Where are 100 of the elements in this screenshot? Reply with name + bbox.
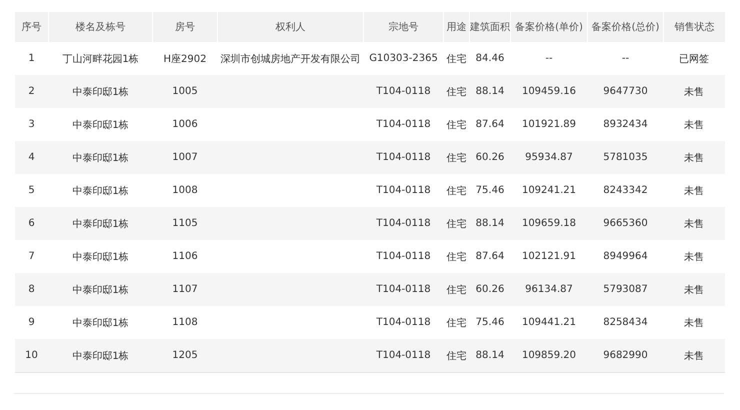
column-header: 楼名及栋号 bbox=[48, 12, 152, 42]
table-cell: 未售 bbox=[664, 75, 724, 108]
table-cell: 已网签 bbox=[664, 42, 724, 75]
table-cell: 中泰印邸1栋 bbox=[48, 240, 152, 273]
table-cell: 88.14 bbox=[470, 207, 510, 240]
table-cell: 109241.21 bbox=[510, 174, 588, 207]
table-cell: 10 bbox=[14, 339, 48, 372]
table-cell: 中泰印邸1栋 bbox=[48, 108, 152, 141]
table-cell: 未售 bbox=[664, 240, 724, 273]
column-header: 备案价格(单价) bbox=[510, 12, 588, 42]
table-cell: 1205 bbox=[152, 339, 218, 372]
table-cell: 9682990 bbox=[588, 339, 664, 372]
table-cell: T104-0118 bbox=[364, 174, 444, 207]
table-cell: 1108 bbox=[152, 306, 218, 339]
table-cell: 84.46 bbox=[470, 42, 510, 75]
table-cell: -- bbox=[510, 42, 588, 75]
table-cell: T104-0118 bbox=[364, 306, 444, 339]
table-cell: 住宅 bbox=[444, 240, 470, 273]
table-cell: 102121.91 bbox=[510, 240, 588, 273]
table-cell: 2 bbox=[14, 75, 48, 108]
table-cell: 5781035 bbox=[588, 141, 664, 174]
table-cell: 9665360 bbox=[588, 207, 664, 240]
table-cell: T104-0118 bbox=[364, 240, 444, 273]
table-cell: 住宅 bbox=[444, 339, 470, 372]
table-cell: G10303-2365 bbox=[364, 42, 444, 75]
column-header: 销售状态 bbox=[664, 12, 724, 42]
table-cell: T104-0118 bbox=[364, 75, 444, 108]
table-cell: 88.14 bbox=[470, 339, 510, 372]
table-cell: 6 bbox=[14, 207, 48, 240]
table-cell: T104-0118 bbox=[364, 207, 444, 240]
table-cell: 未售 bbox=[664, 339, 724, 372]
column-header: 序号 bbox=[14, 12, 48, 42]
table-cell: 深圳市创城房地产开发有限公司 bbox=[218, 42, 364, 75]
table-cell: 5 bbox=[14, 174, 48, 207]
table-cell: 8932434 bbox=[588, 108, 664, 141]
table-cell: T104-0118 bbox=[364, 339, 444, 372]
table-cell: 1 bbox=[14, 42, 48, 75]
table-cell: 87.64 bbox=[470, 108, 510, 141]
table-cell: T104-0118 bbox=[364, 273, 444, 306]
table-cell: 住宅 bbox=[444, 273, 470, 306]
table-cell: 住宅 bbox=[444, 75, 470, 108]
table-cell: 住宅 bbox=[444, 141, 470, 174]
table-cell: 9 bbox=[14, 306, 48, 339]
table-cell: 8258434 bbox=[588, 306, 664, 339]
table-cell: 中泰印邸1栋 bbox=[48, 141, 152, 174]
column-header: 房号 bbox=[152, 12, 218, 42]
table-cell: 1107 bbox=[152, 273, 218, 306]
table-cell: 1006 bbox=[152, 108, 218, 141]
table-cell: -- bbox=[588, 42, 664, 75]
table-cell: 1106 bbox=[152, 240, 218, 273]
table-cell: 未售 bbox=[664, 108, 724, 141]
table-cell: T104-0118 bbox=[364, 141, 444, 174]
table-cell: 住宅 bbox=[444, 108, 470, 141]
table-cell: 4 bbox=[14, 141, 48, 174]
table-cell: 住宅 bbox=[444, 42, 470, 75]
table-cell: 中泰印邸1栋 bbox=[48, 273, 152, 306]
column-header: 建筑面积 bbox=[470, 12, 510, 42]
table-cell: 中泰印邸1栋 bbox=[48, 75, 152, 108]
table-cell: 96134.87 bbox=[510, 273, 588, 306]
table-cell: 75.46 bbox=[470, 306, 510, 339]
table-cell: H座2902 bbox=[152, 42, 218, 75]
table-cell: 60.26 bbox=[470, 273, 510, 306]
table-cell: 中泰印邸1栋 bbox=[48, 339, 152, 372]
column-header: 备案价格(总价) bbox=[588, 12, 664, 42]
table-cell: 3 bbox=[14, 108, 48, 141]
table-cell: 8 bbox=[14, 273, 48, 306]
table-cell: 109441.21 bbox=[510, 306, 588, 339]
table-cell: 1007 bbox=[152, 141, 218, 174]
table-cell: 109659.18 bbox=[510, 207, 588, 240]
table-cell: 住宅 bbox=[444, 207, 470, 240]
table-cell: 5793087 bbox=[588, 273, 664, 306]
table-cell: 8243342 bbox=[588, 174, 664, 207]
table-cell: 7 bbox=[14, 240, 48, 273]
table-cell: 1008 bbox=[152, 174, 218, 207]
table-cell: 9647730 bbox=[588, 75, 664, 108]
table-cell: 未售 bbox=[664, 174, 724, 207]
table-cell: 中泰印邸1栋 bbox=[48, 207, 152, 240]
table-cell: 1105 bbox=[152, 207, 218, 240]
table-cell: 87.64 bbox=[470, 240, 510, 273]
column-header: 宗地号 bbox=[364, 12, 444, 42]
table-cell: 8949964 bbox=[588, 240, 664, 273]
table-cell: 60.26 bbox=[470, 141, 510, 174]
table-cell: 住宅 bbox=[444, 174, 470, 207]
table-cell: 中泰印邸1栋 bbox=[48, 174, 152, 207]
table-cell: 95934.87 bbox=[510, 141, 588, 174]
table-cell: 1005 bbox=[152, 75, 218, 108]
column-header: 权利人 bbox=[218, 12, 364, 42]
table-cell: 109459.16 bbox=[510, 75, 588, 108]
table-cell: 未售 bbox=[664, 306, 724, 339]
table-cell: 88.14 bbox=[470, 75, 510, 108]
table-cell: 未售 bbox=[664, 141, 724, 174]
column-header: 用途 bbox=[444, 12, 470, 42]
table-cell: 未售 bbox=[664, 207, 724, 240]
table-cell: 丁山河畔花园1栋 bbox=[48, 42, 152, 75]
table-cell: 未售 bbox=[664, 273, 724, 306]
table-cell: 75.46 bbox=[470, 174, 510, 207]
table-cell: 中泰印邸1栋 bbox=[48, 306, 152, 339]
table-cell: 住宅 bbox=[444, 306, 470, 339]
table-cell: T104-0118 bbox=[364, 108, 444, 141]
table-cell: 101921.89 bbox=[510, 108, 588, 141]
